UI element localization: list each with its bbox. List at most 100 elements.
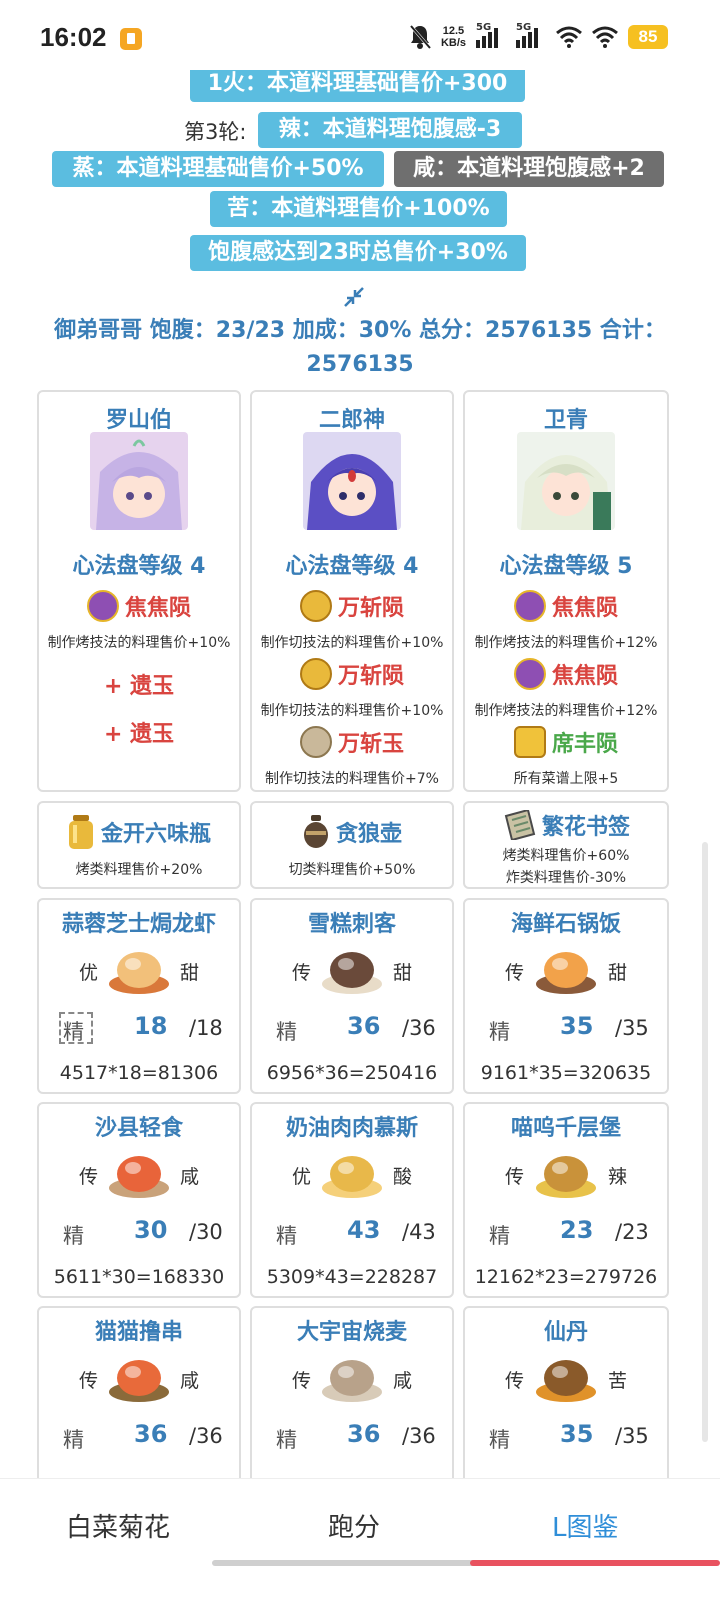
bottom-nav: 白菜菊花 跑分 L图鉴 — [0, 1478, 720, 1570]
dish-card[interactable]: 大宇宙烧麦 传 咸 精 36 /36 — [250, 1306, 454, 1478]
equip-row[interactable]: 焦焦陨 — [465, 590, 667, 622]
buff-tag-fire: 1火：本道料理基础售价+300 — [190, 70, 525, 102]
dish-taste: 酸 — [392, 1166, 412, 1188]
equip-row[interactable]: 万斩陨 — [252, 590, 452, 622]
tab-baicai-juhua[interactable]: 白菜菊花 — [66, 1507, 170, 1544]
chef-card-3[interactable]: 卫青 心法盘等级 5 焦焦陨 制作烤技法的料理售价+12% 焦焦陨 制作烤技法的… — [463, 390, 669, 792]
dish-skill: 精 — [489, 1224, 510, 1248]
scrollbar[interactable] — [702, 842, 708, 1442]
dish-taste: 咸 — [179, 1370, 199, 1392]
dish-count[interactable]: 36 — [347, 1420, 380, 1448]
jade-icon — [299, 590, 332, 622]
dish-card[interactable]: 沙县轻食 传 咸 精 30 /30 5611*30=168330 — [37, 1102, 241, 1298]
equip-desc: 制作烤技法的料理售价+10% — [47, 635, 231, 651]
chef-portrait — [90, 432, 188, 530]
equip-row[interactable]: 万斩陨 — [252, 658, 452, 690]
signal-1-icon: 5G — [476, 22, 506, 48]
dish-name: 蒜蓉芝士焗龙虾 — [61, 912, 216, 937]
dish-card[interactable]: 雪糕刺客 传 甜 精 36 /36 6956*36=250416 — [250, 898, 454, 1094]
item-card-2[interactable]: 贪狼壶 切类料理售价+50% — [250, 801, 454, 889]
round-3-label: 第3轮: — [184, 120, 247, 144]
dish-max: /43 — [402, 1220, 436, 1244]
tab-tujian[interactable]: L图鉴 — [552, 1507, 619, 1544]
dish-image — [536, 952, 596, 994]
dish-card[interactable]: 猫猫撸串 传 咸 精 36 /36 — [37, 1306, 241, 1478]
dish-count[interactable]: 23 — [560, 1216, 593, 1244]
item-card-3[interactable]: 繁花书签 烤类料理售价+60% 炸类料理售价-30% — [463, 801, 669, 889]
item-name: 贪狼壶 — [335, 822, 402, 847]
dish-name: 大宇宙烧麦 — [296, 1320, 407, 1345]
home-indicator — [212, 1560, 512, 1566]
dish-name: 沙县轻食 — [94, 1116, 183, 1141]
chef-name: 罗山伯 — [105, 408, 172, 433]
dish-max: /23 — [615, 1220, 649, 1244]
dish-image — [322, 1360, 382, 1402]
dish-formula: 5309*43=228287 — [266, 1266, 438, 1288]
dish-card[interactable]: 海鲜石锅饭 传 甜 精 35 /35 9161*35=320635 — [463, 898, 669, 1094]
battery-indicator: 85 — [628, 25, 668, 49]
dish-count[interactable]: 35 — [560, 1012, 593, 1040]
dish-rank: 传 — [79, 1370, 99, 1392]
chef-card-2[interactable]: 二郎神 心法盘等级 4 万斩陨 制作切技法的料理售价+10% 万斩陨 制作切技法… — [250, 390, 454, 792]
dish-skill: 精 — [63, 1224, 84, 1248]
dish-card[interactable]: 蒜蓉芝士焗龙虾 优 甜 精 18 /18 4517*18=81306 — [37, 898, 241, 1094]
equip-row[interactable]: 焦焦陨 — [465, 658, 667, 690]
mute-bell-icon — [409, 25, 431, 49]
add-jade-button[interactable]: + 遗玉 — [39, 668, 239, 700]
item-desc: 烤类料理售价+60% — [502, 848, 630, 864]
tab-paofen[interactable]: 跑分 — [328, 1507, 380, 1544]
dish-max: /18 — [189, 1016, 223, 1040]
dish-count[interactable]: 18 — [134, 1012, 167, 1040]
item-card-1[interactable]: 金开六味瓶 烤类料理售价+20% — [37, 801, 241, 889]
chef-name: 二郎神 — [318, 408, 385, 433]
add-jade-button[interactable]: + 遗玉 — [39, 716, 239, 748]
equip-desc: 制作切技法的料理售价+10% — [260, 635, 444, 651]
dish-count[interactable]: 35 — [560, 1420, 593, 1448]
dish-count[interactable]: 36 — [347, 1012, 380, 1040]
dish-card[interactable]: 喵呜千层堡 传 辣 精 23 /23 12162*23=279726 — [463, 1102, 669, 1298]
equip-row[interactable]: 万斩玉 — [252, 726, 452, 758]
dish-taste: 咸 — [179, 1166, 199, 1188]
dish-name: 喵呜千层堡 — [510, 1116, 621, 1141]
main-content[interactable]: 1火：本道料理基础售价+300 第3轮: 辣：本道料理饱腹感-3 蒸：本道料理基… — [0, 70, 720, 1478]
dish-image — [322, 1156, 382, 1198]
chef-card-1[interactable]: 罗山伯 心法盘等级 4 焦焦陨 制作烤技法的料理售价+10% + 遗玉 + 遗玉 — [37, 390, 241, 792]
network-speed: 12.5 KB/s — [440, 25, 466, 49]
jade-icon — [86, 590, 119, 622]
dish-rank: 传 — [505, 962, 525, 984]
item-desc: 炸类料理售价-30% — [505, 870, 627, 886]
status-bar: 16:02 12.5 KB/s 5G 5G 85 — [0, 0, 720, 76]
item-desc: 切类料理售价+50% — [288, 862, 416, 878]
dish-rank: 优 — [292, 1166, 312, 1188]
dish-rank: 传 — [505, 1370, 525, 1392]
equip-row[interactable]: 席丰陨 — [465, 726, 667, 758]
equip-row[interactable]: 焦焦陨 — [39, 590, 239, 622]
buff-tag-bitter: 苦：本道料理售价+100% — [210, 191, 507, 227]
item-name: 金开六味瓶 — [100, 822, 211, 847]
dish-rank: 传 — [505, 1166, 525, 1188]
dish-taste: 辣 — [607, 1166, 627, 1188]
collapse-icon[interactable] — [343, 286, 365, 308]
dish-count[interactable]: 30 — [134, 1216, 167, 1244]
jade-icon — [513, 590, 546, 622]
dish-rank: 传 — [292, 962, 312, 984]
sim-card-icon — [120, 28, 142, 50]
dish-skill: 精 — [63, 1020, 84, 1044]
dish-image — [536, 1156, 596, 1198]
dish-card[interactable]: 奶油肉肉慕斯 优 酸 精 43 /43 5309*43=228287 — [250, 1102, 454, 1298]
jade-icon — [513, 726, 546, 758]
dish-count[interactable]: 43 — [347, 1216, 380, 1244]
dish-skill: 精 — [276, 1428, 297, 1452]
dish-count[interactable]: 36 — [134, 1420, 167, 1448]
dish-max: /36 — [402, 1424, 436, 1448]
jade-icon — [299, 726, 332, 758]
dish-card[interactable]: 仙丹 传 苦 精 35 /35 — [463, 1306, 669, 1478]
dish-max: /36 — [189, 1424, 223, 1448]
dish-skill: 精 — [489, 1020, 510, 1044]
jade-icon — [299, 658, 332, 690]
score-summary: 御弟哥哥 饱腹：23/23 加成：30% 总分：2576135 合计： 2576… — [54, 318, 666, 377]
wifi-1-icon — [556, 26, 582, 48]
dish-image — [109, 1360, 169, 1402]
dish-taste: 甜 — [179, 962, 199, 984]
equip-desc: 所有菜谱上限+5 — [513, 771, 619, 787]
